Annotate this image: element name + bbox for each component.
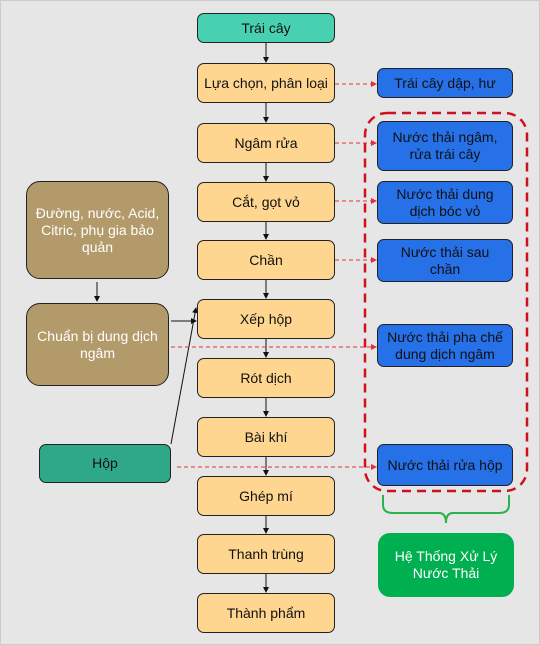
waste-water-solution: Nước thải pha chế dung dịch ngâm	[377, 324, 513, 367]
step-seaming: Ghép mí	[197, 476, 335, 516]
waste-water-soaking: Nước thải ngâm, rửa trái cây	[377, 121, 513, 171]
prepare-solution-box: Chuẩn bị dung dịch ngâm	[26, 303, 169, 386]
fruit-input-box: Trái cây	[197, 13, 335, 43]
waste-solid: Trái cây dập, hư	[377, 68, 513, 98]
wastewater-treatment-box: Hệ Thống Xử Lý Nước Thải	[378, 533, 514, 597]
step-filling: Rót dịch	[197, 358, 335, 398]
ingredients-box: Đường, nước, Acid, Citric, phụ gia bảo q…	[26, 181, 169, 279]
step-exhausting: Bài khí	[197, 417, 335, 457]
brace-icon	[382, 495, 510, 524]
waste-water-peeling: Nước thải dung dịch bóc vỏ	[377, 181, 513, 224]
step-sorting: Lựa chọn, phân loại	[197, 63, 335, 103]
waste-water-can-washing: Nước thải rửa hộp	[377, 444, 513, 486]
step-sterilizing: Thanh trùng	[197, 534, 335, 574]
step-finished: Thành phẩm	[197, 593, 335, 633]
diagram-canvas: Trái cây Lựa chọn, phân loại Ngâm rửa Cắ…	[0, 0, 540, 645]
can-box: Hộp	[39, 444, 171, 483]
step-blanching: Chần	[197, 240, 335, 280]
step-soaking: Ngâm rửa	[197, 123, 335, 163]
waste-water-blanching: Nước thải sau chần	[377, 239, 513, 282]
step-canning: Xếp hộp	[197, 299, 335, 339]
step-peeling: Cắt, gọt vỏ	[197, 182, 335, 222]
